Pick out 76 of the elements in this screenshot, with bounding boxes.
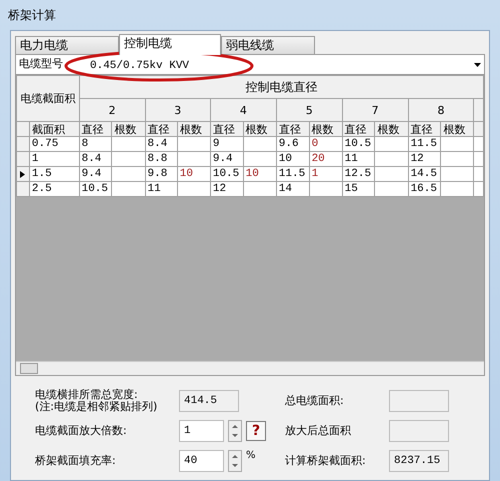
table-cell: 10.5 xyxy=(79,182,112,196)
table-cell: 2.5 xyxy=(29,182,80,196)
help-button[interactable]: ? xyxy=(246,421,266,441)
field-label: 电缆截面放大倍数: xyxy=(35,425,128,437)
grid-header: 8 xyxy=(408,98,474,122)
table-cell: 10 xyxy=(243,166,276,182)
window-title: 桥架计算 xyxy=(7,7,57,24)
column-header: 根数 xyxy=(374,122,408,136)
table-cell: 14.5 xyxy=(408,166,441,182)
caret-icon xyxy=(474,63,481,67)
grid-header: 2 xyxy=(79,98,146,122)
tab[interactable]: 弱电线缆 xyxy=(221,36,315,54)
table-cell: 12 xyxy=(210,182,244,196)
table-cell: 9.8 xyxy=(145,166,178,182)
column-header: 直径 xyxy=(342,122,375,136)
table-cell: 8.8 xyxy=(145,152,178,166)
input-field[interactable] xyxy=(389,420,449,442)
table-cell: 8.4 xyxy=(79,152,112,166)
input-field[interactable]: 1 xyxy=(179,420,224,442)
input-field[interactable] xyxy=(389,390,449,412)
table-cell: 20 xyxy=(309,152,342,166)
tab[interactable]: 控制电缆 xyxy=(119,34,221,55)
table-cell: 1 xyxy=(29,152,80,166)
table-cell: 9.4 xyxy=(79,166,112,182)
cable-type-dropdown[interactable]: 0.45/0.75kv KVV xyxy=(76,55,484,74)
field-label: 电缆横排所需总宽度: (注:电缆是相邻紧贴排列) xyxy=(35,389,158,413)
field-label: 放大后总面积 xyxy=(285,422,352,439)
horizontal-scrollbar[interactable] xyxy=(16,361,484,375)
table-cell: 11 xyxy=(342,152,375,166)
table-cell: 10.5 xyxy=(342,136,375,152)
field-label: 计算桥架截面积: xyxy=(285,452,367,469)
table-cell: 11.5 xyxy=(276,166,310,182)
grid-header: 控制电缆直径 xyxy=(79,76,484,98)
table-cell: 0.75 xyxy=(29,136,80,152)
table-cell: 10 xyxy=(177,166,210,182)
column-header: 直径 xyxy=(210,122,244,136)
table-cell: 12 xyxy=(408,152,441,166)
table-cell: 10.5 xyxy=(210,166,244,182)
table-cell: 15 xyxy=(342,182,375,196)
tab[interactable]: 电力电缆 xyxy=(15,36,119,54)
table-cell: 14 xyxy=(276,182,310,196)
table-cell: 8 xyxy=(79,136,112,152)
column-header: 截面积 xyxy=(29,122,80,136)
table-cell: 9.6 xyxy=(276,136,310,152)
table-cell: 1 xyxy=(309,166,342,182)
column-header: 直径 xyxy=(145,122,178,136)
column-header: 根数 xyxy=(112,122,146,136)
unit-label: % xyxy=(246,449,256,463)
field-label: 总电缆面积: xyxy=(285,392,345,409)
table-cell: 0 xyxy=(309,136,342,152)
column-header: 根数 xyxy=(440,122,474,136)
column-header: 直径 xyxy=(408,122,441,136)
cable-type-label: 电缆型号 xyxy=(18,56,64,72)
input-field[interactable]: 40 xyxy=(179,450,224,472)
column-header: 根数 xyxy=(309,122,342,136)
table-cell: 16.5 xyxy=(408,182,441,196)
input-field[interactable]: 414.5 xyxy=(179,390,239,412)
column-header: 直径 xyxy=(79,122,112,136)
table-cell: 1.5 xyxy=(29,166,80,182)
table-cell: 12.5 xyxy=(342,166,375,182)
table-cell: 9.4 xyxy=(210,152,244,166)
table-cell: 10 xyxy=(276,152,310,166)
grid-header: 电缆截面积 xyxy=(16,76,80,122)
column-header: 根数 xyxy=(243,122,276,136)
table-cell: 11.5 xyxy=(408,136,441,152)
table-cell: 9 xyxy=(210,136,244,152)
column-header: 根数 xyxy=(177,122,210,136)
table-cell: 11 xyxy=(145,182,178,196)
grid-header: 5 xyxy=(276,98,342,122)
table-cell: 8.4 xyxy=(145,136,178,152)
input-field[interactable]: 8237.15 xyxy=(389,450,449,472)
grid-header: 4 xyxy=(210,98,276,122)
grid-header: 3 xyxy=(145,98,210,122)
grid-header: 7 xyxy=(342,98,408,122)
field-label: 桥架截面填充率: xyxy=(35,455,117,467)
column-header: 直径 xyxy=(276,122,310,136)
